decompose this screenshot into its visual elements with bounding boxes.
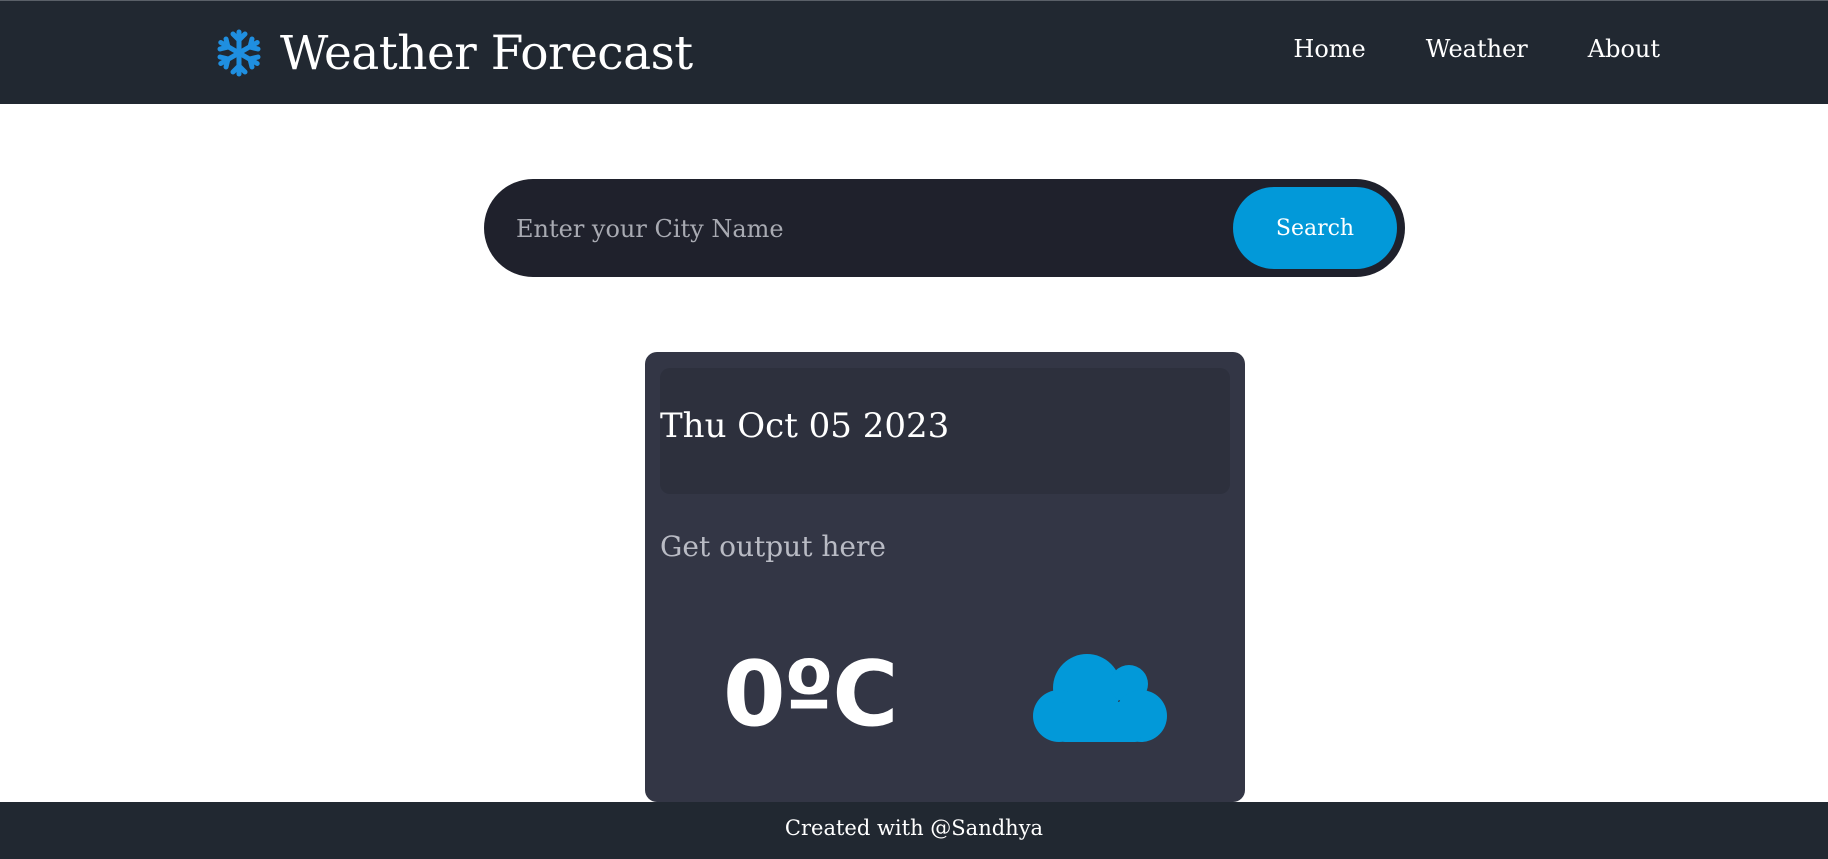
nav-weather-link[interactable]: Weather xyxy=(1426,35,1528,63)
nav-home-link[interactable]: Home xyxy=(1293,35,1365,63)
output-text: Get output here xyxy=(660,530,886,563)
navbar: Weather Forecast Home Weather About xyxy=(0,0,1828,104)
footer: Created with @Sandhya xyxy=(0,802,1828,859)
search-bar: Search xyxy=(484,179,1405,277)
cloud-icon xyxy=(1033,654,1167,742)
brand[interactable]: Weather Forecast xyxy=(214,23,693,83)
nav-about-link[interactable]: About xyxy=(1588,35,1660,63)
search-button[interactable]: Search xyxy=(1233,187,1397,269)
footer-credit: Created with @Sandhya xyxy=(784,816,1044,840)
city-search-input[interactable] xyxy=(514,199,1198,259)
page-title: Weather Forecast xyxy=(280,25,693,81)
temperature-value: 0ºC xyxy=(723,642,898,747)
weather-card: Thu Oct 05 2023 Get output here 0ºC xyxy=(645,352,1245,802)
date-panel: Thu Oct 05 2023 xyxy=(660,368,1230,494)
snowflake-icon xyxy=(217,29,261,77)
nav-links: Home Weather About xyxy=(1293,35,1660,63)
date-text: Thu Oct 05 2023 xyxy=(660,406,950,446)
